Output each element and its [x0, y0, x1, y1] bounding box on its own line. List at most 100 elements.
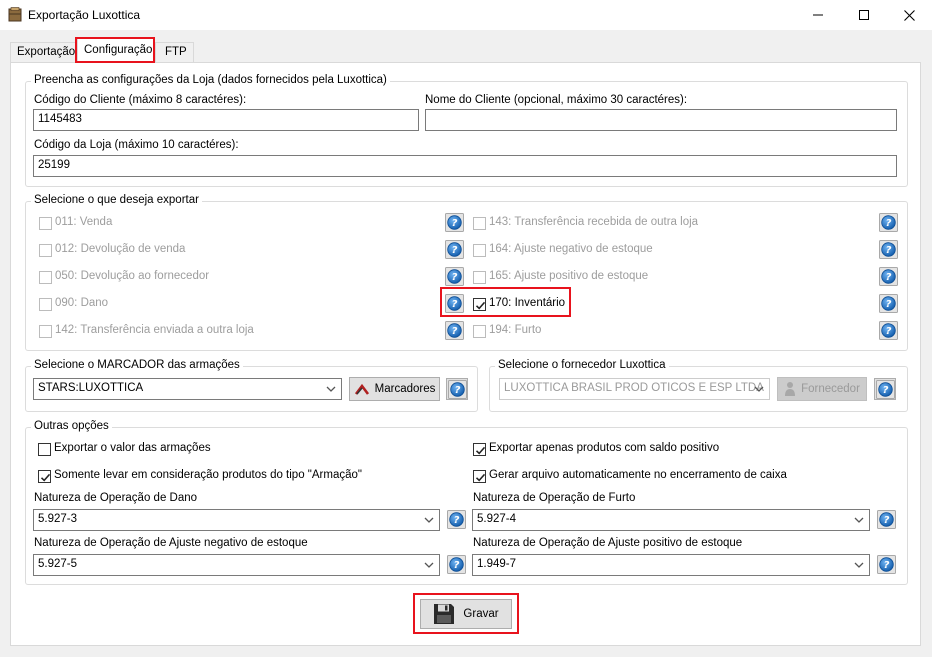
help-icon-143[interactable] — [879, 213, 898, 232]
label-exportar-valor: Exportar o valor das armações — [54, 442, 211, 454]
check-icon — [474, 299, 487, 312]
help-icon-142[interactable] — [445, 321, 464, 340]
codigo-cliente-input[interactable]: 1145483 — [33, 109, 419, 131]
label-gerar-arquivo: Gerar arquivo automaticamente no encerra… — [489, 469, 787, 481]
natureza-dano-select[interactable]: 5.927-3 — [33, 509, 440, 531]
marcador-select[interactable]: STARS:LUXOTTICA — [33, 378, 342, 400]
checkbox-011[interactable] — [39, 217, 52, 230]
label-090: 090: Dano — [55, 297, 109, 309]
checkbox-170[interactable] — [473, 298, 486, 311]
group-outras-title: Outras opções — [31, 420, 112, 432]
chevron-down-icon — [853, 559, 865, 571]
label-011: 011: Venda — [55, 216, 113, 228]
group-exportar-title: Selecione o que deseja exportar — [31, 194, 202, 206]
help-icon-164[interactable] — [879, 240, 898, 259]
checkbox-090[interactable] — [39, 298, 52, 311]
help-icon-dano[interactable] — [447, 510, 466, 529]
natureza-furto-value: 5.927-4 — [477, 513, 517, 525]
label-somente-armacao: Somente levar em consideração produtos d… — [54, 469, 362, 481]
tab-exportacao[interactable]: Exportação — [10, 42, 76, 63]
fornecedor-button[interactable]: Fornecedor — [777, 377, 867, 401]
label-164: 164: Ajuste negativo de estoque — [489, 243, 653, 255]
group-fornecedor-title: Selecione o fornecedor Luxottica — [495, 359, 669, 371]
gravar-button[interactable]: Gravar — [420, 599, 512, 629]
help-button-fornecedor[interactable] — [874, 378, 896, 400]
label-165: 165: Ajuste positivo de estoque — [489, 270, 649, 282]
chevron-down-icon — [423, 514, 435, 526]
check-icon — [39, 471, 52, 484]
natureza-dano-value: 5.927-3 — [38, 513, 78, 525]
close-button[interactable] — [886, 0, 932, 30]
natureza-ajuste-neg-select[interactable]: 5.927-5 — [33, 554, 440, 576]
minimize-icon — [813, 14, 823, 16]
check-icon — [474, 471, 487, 484]
help-icon-165[interactable] — [879, 267, 898, 286]
natureza-ajuste-pos-label: Natureza de Operação de Ajuste positivo … — [473, 537, 743, 549]
codigo-cliente-label: Código do Cliente (máximo 8 caractéres): — [34, 94, 247, 106]
help-icon-194[interactable] — [879, 321, 898, 340]
help-icon-012[interactable] — [445, 240, 464, 259]
marcadores-button-label: Marcadores — [374, 383, 436, 395]
help-icon-170[interactable] — [879, 294, 898, 313]
close-icon — [903, 9, 915, 21]
checkbox-143[interactable] — [473, 217, 486, 230]
fornecedor-select[interactable]: LUXOTTICA BRASIL PROD OTICOS E ESP LTDA — [499, 378, 770, 400]
help-icon-ajuste-neg[interactable] — [447, 555, 466, 574]
help-icon-050[interactable] — [445, 267, 464, 286]
codigo-loja-label: Código da Loja (máximo 10 caractéres): — [34, 139, 239, 151]
checkbox-012[interactable] — [39, 244, 52, 257]
label-012: 012: Devolução de venda — [55, 243, 186, 255]
help-icon-ajuste-pos[interactable] — [877, 555, 896, 574]
help-icon-090[interactable] — [445, 294, 464, 313]
chevron-down-icon — [853, 514, 865, 526]
gravar-button-label: Gravar — [463, 608, 499, 620]
checkbox-exportar-valor[interactable] — [38, 443, 51, 456]
marker-icon — [354, 383, 369, 395]
group-marcador-title: Selecione o MARCADOR das armações — [31, 359, 243, 371]
nome-cliente-input[interactable] — [425, 109, 897, 131]
chevron-down-icon — [325, 383, 337, 395]
help-button-marcador[interactable] — [446, 378, 468, 400]
help-icon-marcador — [448, 380, 467, 399]
minimize-button[interactable] — [795, 0, 841, 30]
codigo-loja-input[interactable]: 25199 — [33, 155, 897, 177]
help-icon-011[interactable] — [445, 213, 464, 232]
natureza-ajuste-neg-label: Natureza de Operação de Ajuste negativo … — [34, 537, 308, 549]
fornecedor-select-value: LUXOTTICA BRASIL PROD OTICOS E ESP LTDA — [504, 382, 764, 394]
checkbox-saldo-positivo[interactable] — [473, 443, 486, 456]
marcador-select-value: STARS:LUXOTTICA — [38, 382, 144, 394]
checkbox-somente-armacao[interactable] — [38, 470, 51, 483]
natureza-ajuste-pos-select[interactable]: 1.949-7 — [472, 554, 870, 576]
maximize-icon — [859, 10, 869, 20]
window-title: Exportação Luxottica — [28, 8, 141, 22]
help-icon-fornecedor — [876, 380, 895, 399]
natureza-furto-label: Natureza de Operação de Furto — [473, 492, 636, 504]
nome-cliente-label: Nome do Cliente (opcional, máximo 30 car… — [425, 94, 688, 106]
label-142: 142: Transferência enviada a outra loja — [55, 324, 254, 336]
checkbox-142[interactable] — [39, 325, 52, 338]
natureza-ajuste-neg-value: 5.927-5 — [38, 558, 78, 570]
checkbox-164[interactable] — [473, 244, 486, 257]
natureza-furto-select[interactable]: 5.927-4 — [472, 509, 870, 531]
label-170: 170: Inventário — [489, 297, 566, 309]
checkbox-165[interactable] — [473, 271, 486, 284]
help-icon-furto[interactable] — [877, 510, 896, 529]
label-saldo-positivo: Exportar apenas produtos com saldo posit… — [489, 442, 720, 454]
maximize-button[interactable] — [841, 0, 887, 30]
checkbox-gerar-arquivo[interactable] — [473, 470, 486, 483]
tab-configuracao[interactable]: Configuração — [77, 38, 154, 63]
label-194: 194: Furto — [489, 324, 542, 336]
save-icon — [434, 604, 455, 624]
fornecedor-button-label: Fornecedor — [801, 383, 860, 395]
checkbox-050[interactable] — [39, 271, 52, 284]
checkbox-194[interactable] — [473, 325, 486, 338]
chevron-down-icon — [423, 559, 435, 571]
chevron-down-icon — [753, 383, 765, 395]
tab-ftp[interactable]: FTP — [155, 42, 194, 63]
person-icon — [785, 382, 796, 396]
app-icon — [8, 7, 22, 22]
label-143: 143: Transferência recebida de outra loj… — [489, 216, 699, 228]
check-icon — [474, 444, 487, 457]
natureza-dano-label: Natureza de Operação de Dano — [34, 492, 198, 504]
marcadores-button[interactable]: Marcadores — [349, 377, 440, 401]
